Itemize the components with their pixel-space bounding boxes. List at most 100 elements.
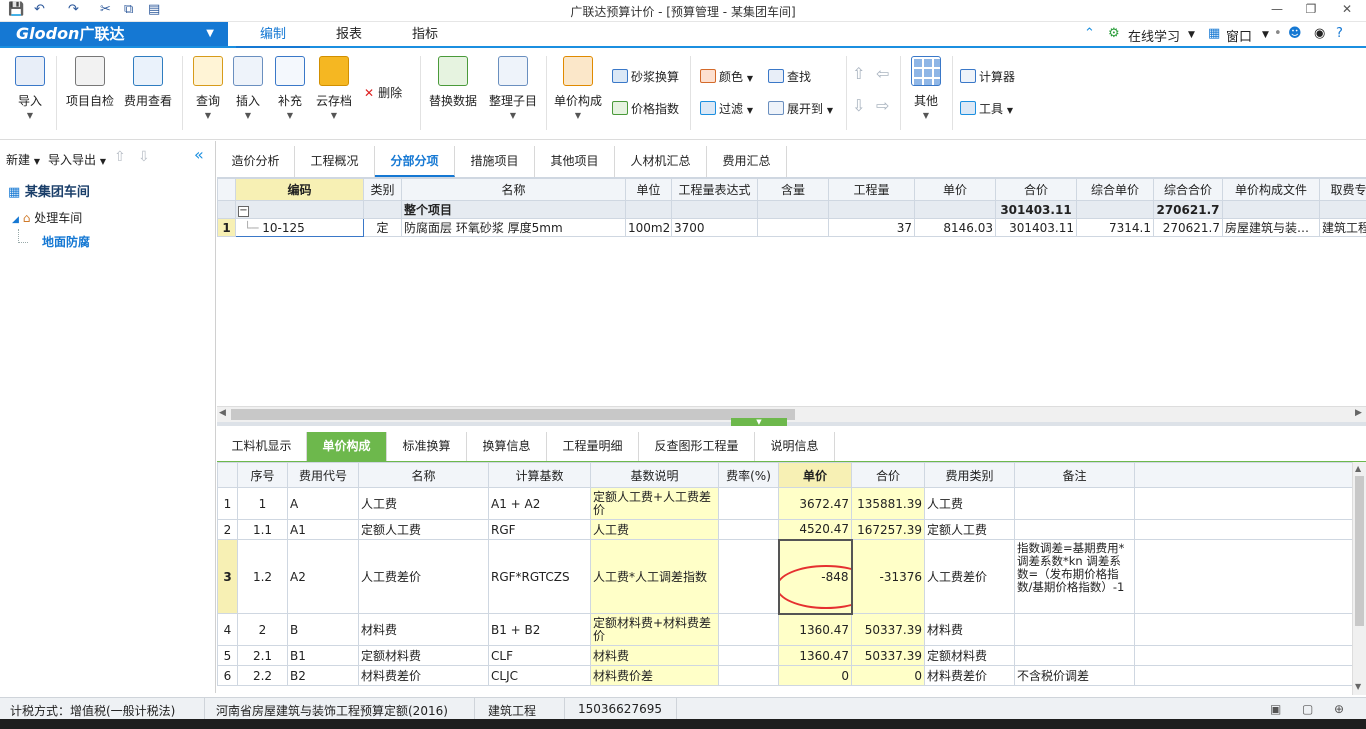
cloud-save-button[interactable]: 云存档 ▼ xyxy=(308,56,360,120)
cell-code[interactable]: B2 xyxy=(287,665,359,686)
user-icon[interactable]: ☻ xyxy=(1288,26,1302,41)
menu-tab-index[interactable]: 指标 xyxy=(392,22,458,48)
header-type[interactable]: 类别 xyxy=(363,178,402,201)
find-button[interactable]: 查找 xyxy=(768,68,811,85)
cell-category[interactable]: 定额材料费 xyxy=(924,645,1015,666)
cell-base[interactable]: A1 + A2 xyxy=(488,487,591,520)
tab-description[interactable]: 说明信息 xyxy=(755,432,835,461)
horizontal-scrollbar[interactable]: ◀ ▶ xyxy=(217,406,1366,422)
tab-unit-price-composition[interactable]: 单价构成 xyxy=(307,432,387,461)
cell-code[interactable]: A1 xyxy=(287,519,359,540)
fullscreen-icon[interactable]: ▢ xyxy=(1302,702,1313,716)
cell-code[interactable]: └─ 10-125 xyxy=(235,218,364,237)
cell-base[interactable]: RGF*RGTCZS xyxy=(488,539,591,614)
layout-icon[interactable]: ▣ xyxy=(1270,702,1281,716)
cell-name[interactable]: 人工费 xyxy=(358,487,489,520)
cell-category[interactable]: 材料费 xyxy=(924,613,1015,646)
header-comp-total[interactable]: 综合合价 xyxy=(1153,178,1223,201)
menu-tab-edit[interactable]: 编制 xyxy=(236,22,310,48)
new-button[interactable]: 新建 ▼ xyxy=(6,151,40,168)
tree-root[interactable]: ▦ 某集团车间 xyxy=(8,181,90,200)
cell-note[interactable]: 不含税价调差 xyxy=(1014,665,1135,686)
scroll-right-icon[interactable]: ▶ xyxy=(1355,408,1362,418)
header-expr[interactable]: 工程量表达式 xyxy=(671,178,758,201)
table-row[interactable]: 6 2.2 B2 材料费差价 CLJC 材料费价差 0 0 材料费差价 不含税价… xyxy=(217,665,1352,686)
tab-labor-material[interactable]: 人材机汇总 xyxy=(615,146,707,177)
cell-code[interactable]: A2 xyxy=(287,539,359,614)
tab-graph-query[interactable]: 反查图形工程量 xyxy=(639,432,755,461)
tab-quantity-detail[interactable]: 工程量明细 xyxy=(547,432,639,461)
cell-category[interactable]: 人工费 xyxy=(924,487,1015,520)
tab-conversion-info[interactable]: 换算信息 xyxy=(467,432,547,461)
cell-category[interactable]: 人工费差价 xyxy=(924,539,1015,614)
tab-measures[interactable]: 措施项目 xyxy=(455,146,535,177)
cell-note[interactable]: 指数调差=基期费用*调差系数*kn 调差系数=（发布期价格指数/基期价格指数）-… xyxy=(1014,539,1135,614)
cell-name[interactable]: 人工费差价 xyxy=(358,539,489,614)
header-note[interactable]: 备注 xyxy=(1014,462,1135,488)
tools-button[interactable]: 工具 ▼ xyxy=(960,100,1013,117)
cell-price[interactable]: 8146.03 xyxy=(914,218,996,237)
header-rate[interactable]: 费率(%) xyxy=(718,462,779,488)
brand-menu[interactable]: Glodon广联达 ▼ xyxy=(0,22,228,46)
tab-standard-conversion[interactable]: 标准换算 xyxy=(387,432,467,461)
cell-expr[interactable]: 3700 xyxy=(671,218,758,237)
header-total[interactable]: 合价 xyxy=(995,178,1077,201)
cell-base[interactable]: CLF xyxy=(488,645,591,666)
cell-type[interactable]: 定 xyxy=(363,218,402,237)
cell-rate[interactable] xyxy=(718,539,779,614)
cell-name[interactable]: 防腐面层 环氧砂浆 厚度5mm xyxy=(401,218,626,237)
cell-name[interactable]: 整个项目 xyxy=(401,200,626,219)
cell-note[interactable] xyxy=(1014,519,1135,540)
header-file[interactable]: 单价构成文件 xyxy=(1222,178,1320,201)
header-base[interactable]: 计算基数 xyxy=(488,462,591,488)
mortar-convert-button[interactable]: 砂浆换算 xyxy=(612,68,679,85)
help-icon[interactable]: ? xyxy=(1336,26,1343,41)
table-row[interactable]: 2 1.1 A1 定额人工费 RGF 人工费 4520.47 167257.39… xyxy=(217,519,1352,540)
header-name[interactable]: 名称 xyxy=(401,178,626,201)
arrow-down-icon[interactable]: ⇩ xyxy=(138,149,150,165)
cell-category[interactable]: 材料费差价 xyxy=(924,665,1015,686)
tab-other-items[interactable]: 其他项目 xyxy=(535,146,615,177)
cell-rate[interactable] xyxy=(718,487,779,520)
minimize-icon[interactable]: — xyxy=(1262,0,1292,20)
restore-icon[interactable]: ❐ xyxy=(1296,0,1326,20)
table-row-total[interactable]: − 整个项目 301403.11 270621.7 xyxy=(217,200,1366,219)
cell-name[interactable]: 材料费 xyxy=(358,613,489,646)
header-code[interactable]: 编码 xyxy=(235,178,364,201)
header-comp-price[interactable]: 综合单价 xyxy=(1076,178,1154,201)
zoom-icon[interactable]: ⊕ xyxy=(1334,702,1344,716)
replace-data-button[interactable]: 替换数据 xyxy=(424,56,482,109)
price-index-button[interactable]: 价格指数 xyxy=(612,100,679,117)
filter-button[interactable]: 过滤 ▼ xyxy=(700,100,753,117)
tab-sub-items[interactable]: 分部分项 xyxy=(375,146,455,177)
tree-node-workshop[interactable]: ◢ ⌂ 处理车间 xyxy=(12,209,82,226)
header-price[interactable]: 单价 xyxy=(914,178,996,201)
cell-code[interactable]: A xyxy=(287,487,359,520)
tab-project-overview[interactable]: 工程概况 xyxy=(295,146,375,177)
cell-name[interactable]: 定额人工费 xyxy=(358,519,489,540)
header-name[interactable]: 名称 xyxy=(358,462,489,488)
cell-rate[interactable] xyxy=(718,519,779,540)
header-code[interactable]: 费用代号 xyxy=(287,462,359,488)
tab-material-display[interactable]: 工料机显示 xyxy=(217,432,307,461)
cost-view-button[interactable]: 费用查看 xyxy=(120,56,176,109)
scrollbar-thumb[interactable] xyxy=(231,409,795,420)
import-button[interactable]: 导入 ▼ xyxy=(4,56,56,120)
scroll-left-icon[interactable]: ◀ xyxy=(219,408,226,418)
cell-file[interactable]: 房屋建筑与装… xyxy=(1222,218,1320,237)
move-right-icon[interactable]: ⇨ xyxy=(876,96,889,115)
cell-base[interactable]: CLJC xyxy=(488,665,591,686)
move-down-icon[interactable]: ⇩ xyxy=(852,96,865,115)
table-row[interactable]: 4 2 B 材料费 B1 + B2 定额材料费+材料费差价 1360.47 50… xyxy=(217,613,1352,646)
color-button[interactable]: 颜色 ▼ xyxy=(700,68,753,85)
move-up-icon[interactable]: ⇧ xyxy=(852,64,865,83)
collapse-panel-icon[interactable]: « xyxy=(194,145,204,164)
cell-rate[interactable] xyxy=(718,665,779,686)
cell-code[interactable]: B xyxy=(287,613,359,646)
self-check-button[interactable]: 项目自检 xyxy=(62,56,118,109)
cell-rate[interactable] xyxy=(718,613,779,646)
collapse-icon[interactable]: − xyxy=(238,206,249,217)
cell-price-selected[interactable]: -848 xyxy=(777,538,853,615)
scrollbar-thumb[interactable] xyxy=(1355,476,1364,626)
organize-button[interactable]: 整理子目 ▼ xyxy=(484,56,542,120)
